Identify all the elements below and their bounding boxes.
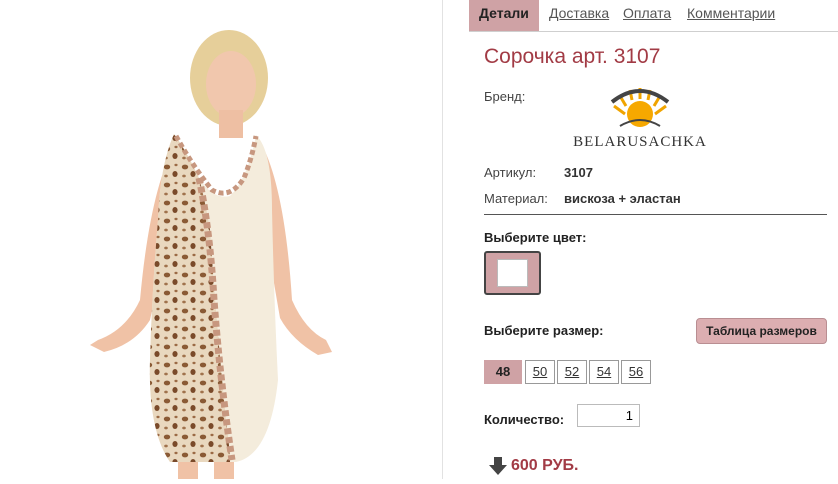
product-image [90,30,332,479]
article-label: Артикул: [484,165,537,180]
product-photo[interactable] [0,0,442,479]
info-divider [484,214,827,215]
material-value: вискоза + эластан [564,191,681,206]
quantity-label: Количество: [484,412,565,427]
size-option-48[interactable]: 48 [484,360,522,384]
product-title: Сорочка арт. 3107 [484,45,661,68]
price: 600 РУБ. [511,457,579,474]
arrow-down-icon [489,457,507,475]
size-option-54[interactable]: 54 [589,360,619,384]
size-option-56[interactable]: 56 [621,360,651,384]
color-heading: Выберите цвет: [484,230,587,245]
size-option-50[interactable]: 50 [525,360,555,384]
color-swatch-selected[interactable] [484,251,541,295]
size-option-52[interactable]: 52 [557,360,587,384]
material-label: Материал: [484,191,548,206]
quantity-input[interactable] [577,404,640,427]
svg-text:BELARUSACHKA: BELARUSACHKA [573,134,707,150]
article-value: 3107 [564,165,593,180]
tab-delivery[interactable]: Доставка [549,0,609,31]
tab-comments[interactable]: Комментарии [687,0,775,31]
sun-logo-icon: BELARUSACHKA [573,88,707,150]
tab-details[interactable]: Детали [469,0,539,31]
color-swatch-white [497,259,528,287]
column-divider [442,0,443,479]
size-heading: Выберите размер: [484,323,604,338]
tab-payment[interactable]: Оплата [623,0,671,31]
product-tabs: Детали Доставка Оплата Комментарии [469,0,838,32]
size-table-button[interactable]: Таблица размеров [696,318,827,344]
brand-label: Бренд: [484,89,526,104]
brand-logo[interactable]: BELARUSACHKA [560,84,720,154]
